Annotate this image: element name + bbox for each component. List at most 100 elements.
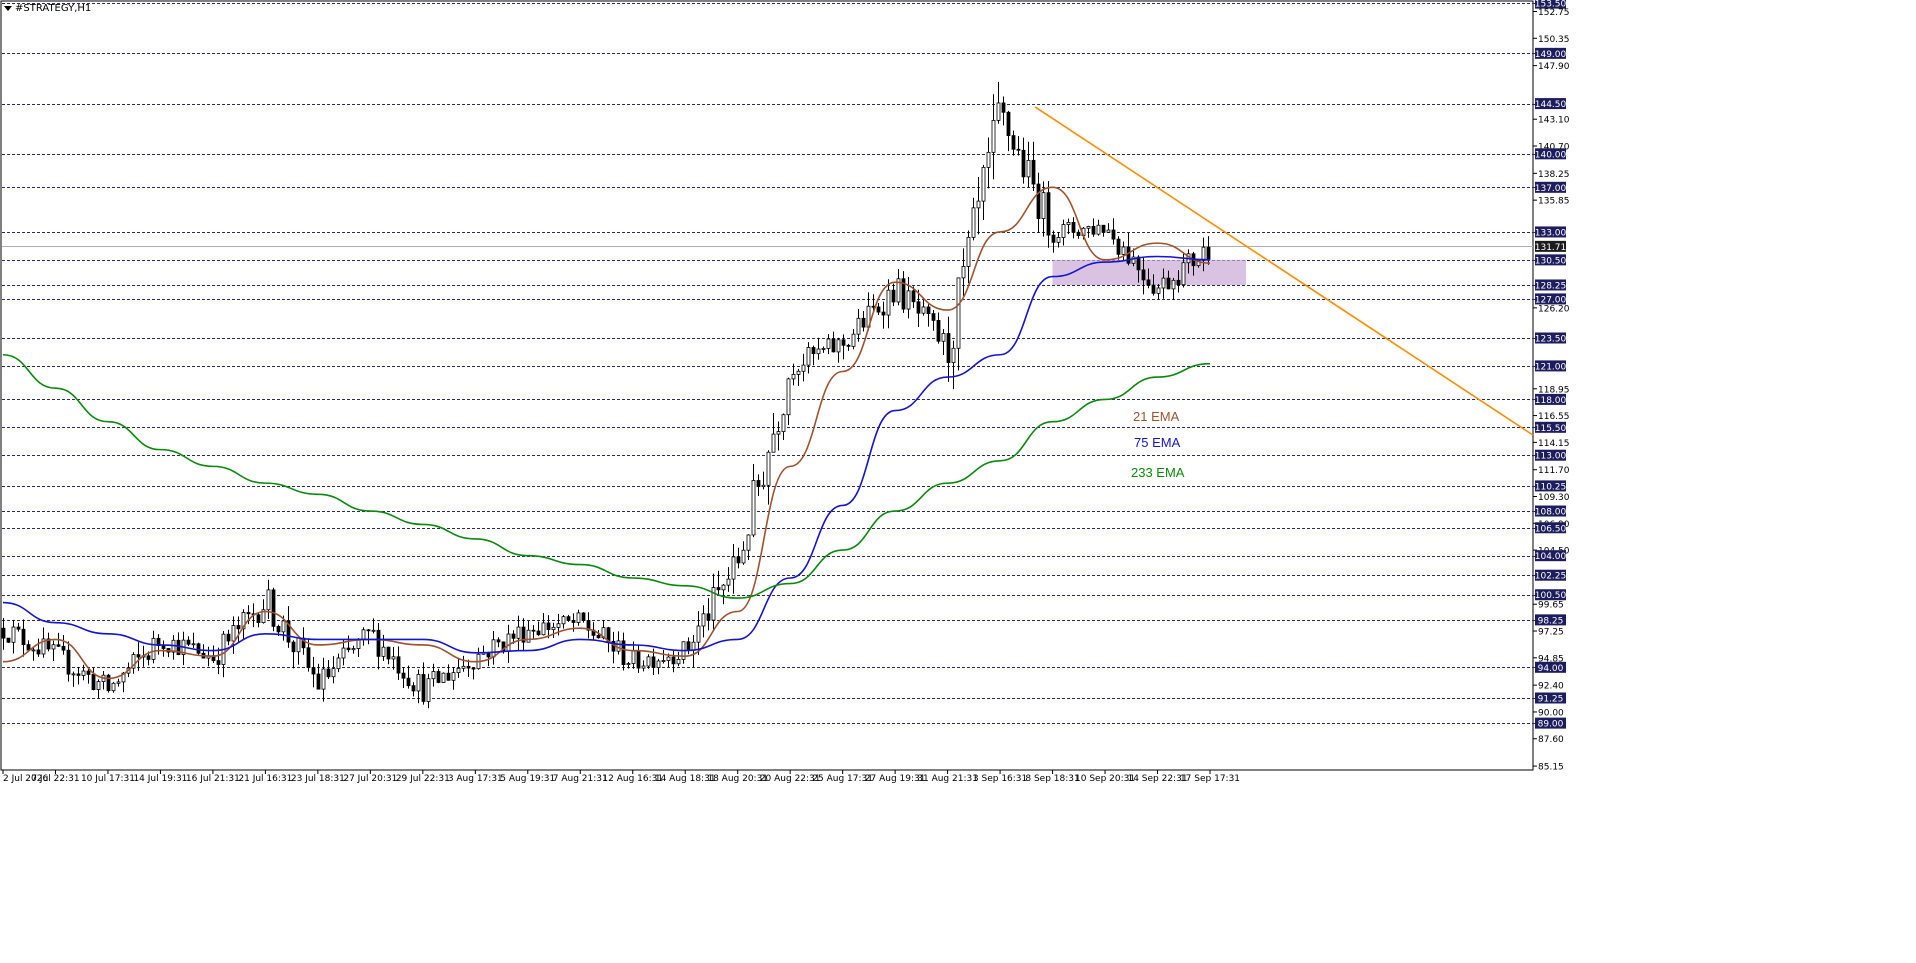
level-box-label: 128.25 (1535, 281, 1567, 291)
candle-body (1, 627, 6, 639)
x-tick-label: 31 Aug 21:31 (917, 774, 978, 784)
candle-body (656, 660, 661, 668)
level-box-label: 123.50 (1535, 335, 1567, 345)
candle-body (701, 613, 706, 627)
candle-body (626, 663, 631, 665)
candle-body (311, 667, 316, 675)
candle-body (396, 656, 401, 674)
candle-body (271, 589, 276, 627)
level-box-label: 104.00 (1535, 552, 1567, 562)
x-tick-label: 16 Jul 21:31 (186, 774, 240, 784)
candle-body (231, 625, 236, 642)
candle-body (571, 619, 576, 623)
legend-21-ema: 21 EMA (1133, 409, 1180, 424)
candle-body (756, 480, 761, 488)
level-price-box: 149.00 (1535, 47, 1567, 60)
level-box-label: 89.00 (1538, 720, 1564, 730)
level-price-box: 140.00 (1535, 148, 1567, 160)
candle-body (1021, 149, 1026, 178)
candle-body (801, 364, 806, 372)
candle-body (576, 612, 581, 623)
candle-body (466, 665, 471, 669)
candle-body (836, 339, 841, 353)
y-tick-label: 99.65 (1538, 601, 1564, 611)
y-tick-label: 126.20 (1538, 304, 1570, 314)
level-box-label: 130.50 (1535, 256, 1567, 266)
candle-body (1106, 229, 1111, 233)
candle-body (1076, 231, 1081, 237)
candle-body (781, 414, 786, 432)
candle-body (31, 649, 36, 652)
candle-body (651, 656, 656, 668)
candle-body (741, 549, 746, 564)
candle-body (446, 672, 451, 681)
candle-body (1071, 221, 1076, 233)
candle-body (736, 556, 741, 564)
candle-body (821, 348, 826, 350)
candle-body (551, 626, 556, 631)
candle-body (341, 647, 346, 659)
candle-body (631, 650, 636, 664)
current-price-label: 131.71 (1535, 243, 1567, 253)
level-box-label: 91.25 (1538, 695, 1564, 705)
candle-body (886, 289, 891, 316)
level-price-box: 127.00 (1535, 293, 1567, 305)
candle-body (536, 630, 541, 636)
candle-body (56, 644, 61, 647)
current-price-box: 131.71 (1535, 240, 1567, 253)
candle-body (946, 333, 951, 364)
candle-body (276, 626, 281, 633)
x-tick-label: 8 Sep 18:31 (1025, 774, 1079, 784)
candle-body (1006, 111, 1011, 137)
x-tick-label: 3 Sep 16:31 (973, 774, 1027, 784)
candle-body (541, 622, 546, 636)
candle-body (76, 673, 81, 676)
level-price-box: 113.00 (1535, 449, 1567, 462)
candle-body (1111, 229, 1116, 240)
ema-75-line (2, 255, 1211, 654)
candle-body (326, 668, 331, 678)
level-box-label: 137.00 (1535, 184, 1567, 194)
candle-body (256, 614, 261, 624)
candle-body (381, 646, 386, 657)
candle-body (406, 677, 411, 687)
candle-body (111, 682, 116, 692)
legend-75-ema: 75 EMA (1134, 435, 1181, 450)
candle-body (321, 668, 326, 690)
candle-body (1181, 262, 1186, 286)
candle-body (16, 626, 21, 630)
candle-body (696, 625, 701, 643)
candle-body (531, 629, 536, 632)
candle-body (296, 637, 301, 653)
level-price-box: 102.25 (1535, 569, 1566, 582)
x-tick-label: 17 Sep 17:31 (1180, 774, 1240, 784)
candles-group (1, 81, 1211, 709)
candle-body (976, 200, 981, 209)
y-tick-label: 85.15 (1538, 763, 1564, 773)
candle-body (786, 378, 791, 416)
level-box-label: 153.50 (1535, 0, 1567, 10)
x-tick-label: 23 Jul 18:31 (291, 774, 345, 784)
candle-body (216, 660, 221, 665)
candle-body (291, 641, 296, 653)
candle-body (556, 623, 561, 628)
collapse-triangle-icon[interactable] (4, 6, 12, 11)
candle-body (991, 119, 996, 153)
y-tick-label: 111.70 (1538, 466, 1570, 476)
level-price-box: 110.25 (1535, 480, 1566, 492)
candle-body (596, 635, 601, 639)
candle-body (986, 151, 991, 168)
ema-233-line (2, 353, 1211, 599)
x-tick-label: 14 Jul 19:31 (133, 774, 187, 784)
y-tick-label: 118.95 (1538, 385, 1570, 395)
level-box-label: 133.00 (1535, 228, 1567, 238)
candle-body (616, 640, 621, 652)
x-tick-label: 21 Jul 16:31 (238, 774, 292, 784)
candle-body (526, 629, 531, 643)
candle-body (186, 639, 191, 645)
candle-body (876, 306, 881, 313)
price-chart[interactable]: 152.75150.35147.90143.10140.70138.25135.… (0, 0, 1916, 963)
candle-body (561, 616, 566, 625)
candle-body (966, 236, 971, 267)
candle-body (161, 645, 166, 649)
